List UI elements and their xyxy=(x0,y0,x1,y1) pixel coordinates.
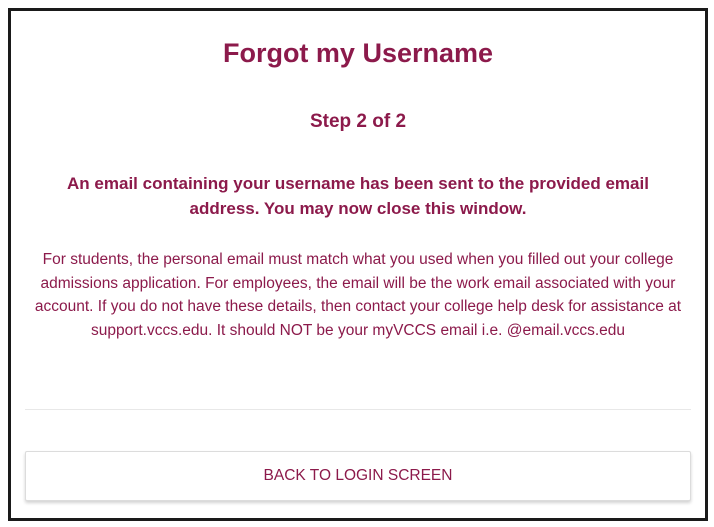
confirmation-message: An email containing your username has be… xyxy=(67,174,649,218)
dialog-panel: Forgot my Username Step 2 of 2 An email … xyxy=(8,8,708,521)
back-to-login-button[interactable]: BACK TO LOGIN SCREEN xyxy=(25,451,691,501)
info-text: For students, the personal email must ma… xyxy=(34,251,682,339)
page-title: Forgot my Username xyxy=(222,38,494,68)
step-indicator: Step 2 of 2 xyxy=(309,111,407,132)
divider xyxy=(25,409,691,410)
